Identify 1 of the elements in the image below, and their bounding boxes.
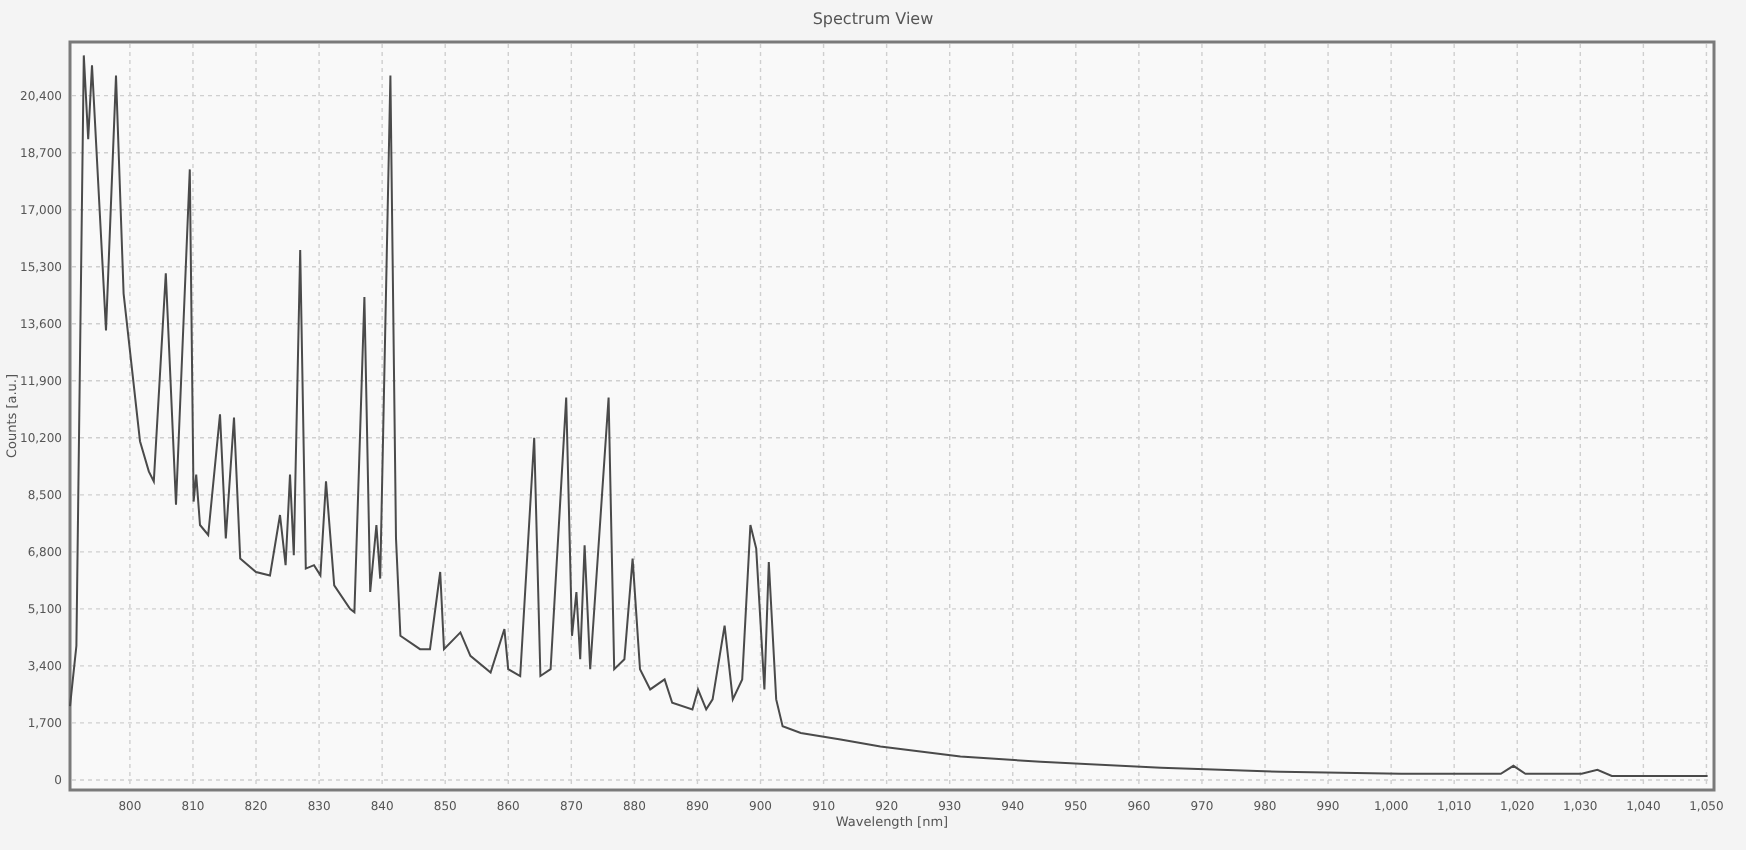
chart-title: Spectrum View [812, 8, 934, 32]
